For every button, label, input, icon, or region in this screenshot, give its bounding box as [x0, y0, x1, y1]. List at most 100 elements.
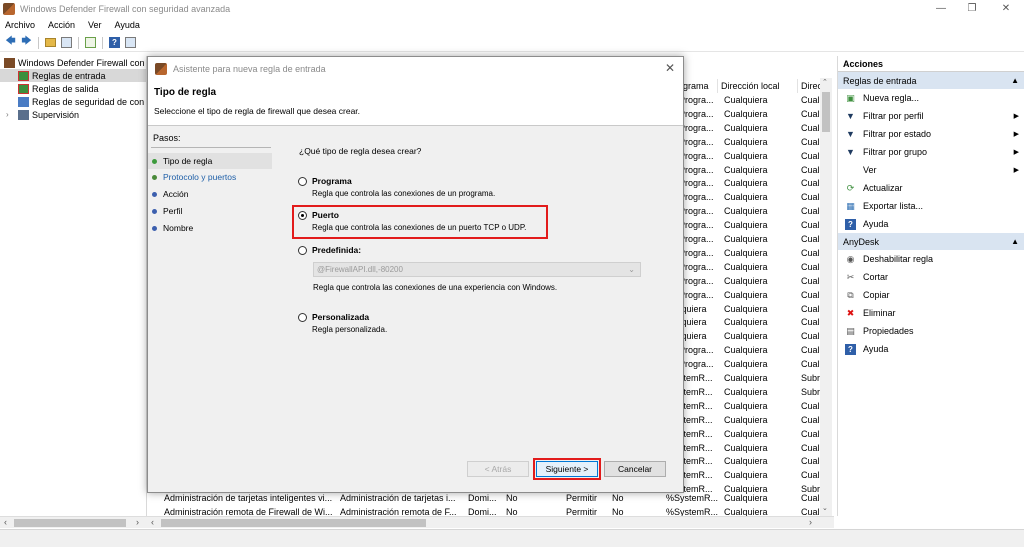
cell-local: Cualquiera [724, 192, 768, 203]
actions-section-anydesk[interactable]: AnyDesk ▲ [838, 233, 1024, 250]
export-icon[interactable] [84, 36, 97, 49]
scroll-right-icon[interactable]: › [136, 517, 139, 527]
table-row[interactable]: Administración remota de Firewall de Wi.… [147, 507, 834, 516]
scrollbar-thumb[interactable] [161, 519, 426, 527]
action-item[interactable]: ✖ Eliminar [838, 304, 1024, 322]
radio-puerto[interactable] [298, 211, 307, 220]
cell-local: Cualquiera [724, 493, 768, 503]
step-pending-icon [152, 191, 157, 197]
minimize-button[interactable]: — [925, 0, 957, 17]
radio-programa[interactable] [298, 177, 307, 186]
tree-item-connection-security[interactable]: Reglas de seguridad de con [0, 95, 146, 108]
option-personalizada[interactable]: Personalizada Regla personalizada. [298, 312, 387, 334]
option-programa[interactable]: Programa Regla que controla las conexion… [298, 176, 495, 198]
option-description: Regla que controla las conexiones de un … [312, 223, 527, 232]
collapse-caret-icon[interactable]: ▲ [1011, 237, 1019, 246]
step-accion[interactable]: Acción [148, 186, 272, 202]
back-button[interactable]: < Atrás [467, 461, 529, 477]
action-pane-icon[interactable] [124, 36, 137, 49]
tree-root-label: Windows Defender Firewall con [18, 57, 145, 68]
action-item[interactable]: ⟳ Actualizar [838, 179, 1024, 197]
steps-title: Pasos: [153, 133, 181, 143]
action-item[interactable]: ▼ Filtrar por estado ▶ [838, 125, 1024, 143]
action-label: Eliminar [863, 308, 896, 318]
close-window-button[interactable]: ✕ [990, 0, 1022, 17]
action-item[interactable]: ▼ Filtrar por grupo ▶ [838, 143, 1024, 161]
action-item[interactable]: ▣ Nueva regla... [838, 89, 1024, 107]
menu-archivo[interactable]: Archivo [5, 20, 35, 30]
connection-security-icon [18, 96, 29, 107]
step-perfil[interactable]: Perfil [148, 203, 272, 219]
menu-accion[interactable]: Acción [48, 20, 75, 30]
menu-ver[interactable]: Ver [88, 20, 102, 30]
step-current-icon [152, 158, 157, 164]
radio-predefinida[interactable] [298, 246, 307, 255]
option-description: Regla que controla las conexiones de un … [312, 189, 496, 198]
scroll-down-icon[interactable]: ⌄ [822, 504, 828, 512]
maximize-button[interactable]: ❐ [956, 0, 988, 17]
tree-item-outbound-rules[interactable]: Reglas de salida [0, 82, 146, 95]
steps-divider [151, 147, 271, 148]
step-nombre[interactable]: Nombre [148, 220, 272, 236]
expand-chevron-icon[interactable]: › [6, 110, 14, 119]
action-item[interactable]: ◉ Deshabilitar regla [838, 250, 1024, 268]
menu-ayuda[interactable]: Ayuda [115, 20, 140, 30]
option-predefinida[interactable]: Predefinida: [298, 245, 361, 255]
back-arrow-icon[interactable]: 🡄 [4, 36, 17, 49]
scrollbar-thumb[interactable] [822, 92, 830, 132]
steps-panel: Pasos: Tipo de regla Protocolo y puertos… [148, 126, 274, 492]
action-item[interactable]: ✂ Cortar [838, 268, 1024, 286]
submenu-arrow-icon: ▶ [1013, 167, 1019, 174]
tree-item-monitoring[interactable]: › Supervisión [0, 108, 146, 121]
cell-program: %SystemR... [666, 493, 718, 503]
scroll-left-icon[interactable]: ‹ [4, 517, 7, 527]
action-item[interactable]: ? Ayuda [838, 215, 1024, 233]
cell-override: No [612, 507, 624, 516]
action-item[interactable]: ▦ Exportar lista... [838, 197, 1024, 215]
tree-item-inbound-rules[interactable]: Reglas de entrada [0, 69, 146, 82]
option-label: Puerto [312, 210, 339, 220]
action-item[interactable]: Ver ▶ [838, 161, 1024, 179]
filter-icon: ▼ [846, 147, 855, 157]
dialog-close-icon[interactable]: ✕ [665, 61, 675, 75]
cell-local: Cualquiera [724, 95, 768, 105]
table-horizontal-scrollbar[interactable]: ‹ › [147, 516, 834, 528]
forward-arrow-icon[interactable]: 🡆 [20, 36, 33, 49]
cell-program: Progra... [679, 275, 714, 286]
cell-program: Iquiera [679, 317, 707, 328]
collapse-caret-icon[interactable]: ▲ [1011, 76, 1019, 85]
tree-horizontal-scrollbar[interactable]: ‹ › [0, 516, 147, 528]
table-vertical-scrollbar[interactable]: ⌃ ⌄ [820, 78, 832, 516]
cut-icon: ✂ [846, 271, 855, 282]
column-header-program[interactable]: grama [680, 79, 718, 93]
cell-local: Cualquiera [724, 164, 768, 175]
table-row[interactable]: Administración de tarjetas inteligentes … [147, 493, 834, 507]
action-item[interactable]: ▤ Propiedades [838, 322, 1024, 340]
scroll-right-icon[interactable]: › [809, 517, 812, 527]
radio-personalizada[interactable] [298, 313, 307, 322]
cell-program: stemR... [679, 470, 713, 481]
step-tipo-de-regla[interactable]: Tipo de regla [148, 153, 272, 169]
firewall-icon [4, 57, 15, 68]
cell-local: Cualquiera [724, 373, 768, 383]
next-button[interactable]: Siguiente > [533, 458, 601, 480]
actions-section-inbound[interactable]: Reglas de entrada ▲ [838, 72, 1024, 89]
action-item[interactable]: ? Ayuda [838, 340, 1024, 358]
up-folder-icon[interactable] [44, 36, 57, 49]
action-item[interactable]: ▼ Filtrar por perfil ▶ [838, 107, 1024, 125]
scroll-left-icon[interactable]: ‹ [151, 517, 154, 527]
column-header-local-address[interactable]: Dirección local [718, 79, 798, 93]
help-icon[interactable]: ? [108, 36, 121, 49]
predefined-rule-dropdown[interactable]: @FirewallAPI.dll,-80200 ⌄ [313, 262, 641, 277]
option-description: Regla personalizada. [312, 325, 388, 334]
option-puerto[interactable]: Puerto Regla que controla las conexiones… [298, 210, 526, 232]
cell-local: Cualquiera [724, 331, 768, 342]
show-hide-tree-icon[interactable] [60, 36, 73, 49]
blank-icon [845, 165, 856, 176]
scroll-up-icon[interactable]: ⌃ [822, 78, 828, 86]
cancel-button[interactable]: Cancelar [604, 461, 666, 477]
step-protocolo-y-puertos[interactable]: Protocolo y puertos [148, 169, 272, 185]
tree-root[interactable]: Windows Defender Firewall con [0, 56, 146, 69]
action-item[interactable]: ⧉ Copiar [838, 286, 1024, 304]
scrollbar-thumb[interactable] [14, 519, 126, 527]
